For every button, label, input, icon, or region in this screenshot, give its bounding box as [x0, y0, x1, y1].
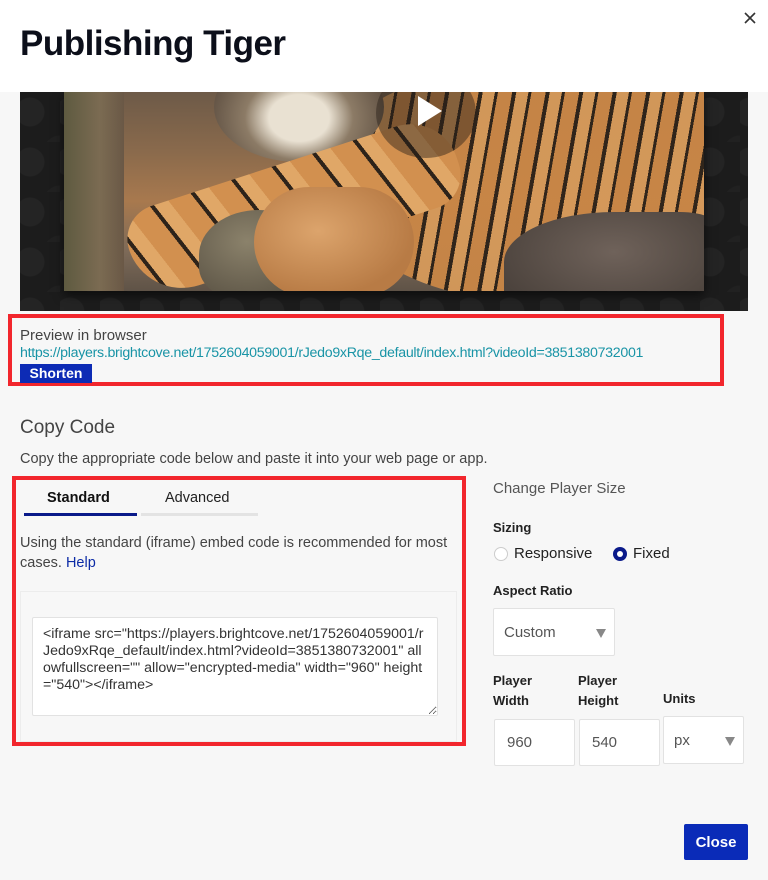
- player-width-label: Player Width: [493, 673, 533, 708]
- preview-label: Preview in browser: [20, 327, 147, 344]
- tab-standard[interactable]: Standard: [47, 490, 110, 506]
- embed-code-textarea[interactable]: <iframe src="https://players.brightcove.…: [32, 617, 438, 716]
- tab-advanced[interactable]: Advanced: [165, 490, 230, 506]
- help-link[interactable]: Help: [66, 555, 96, 571]
- sizing-label: Sizing: [493, 520, 532, 535]
- video-poster: [64, 92, 704, 291]
- player-width-input[interactable]: [494, 719, 575, 766]
- radio-responsive[interactable]: [494, 547, 508, 561]
- dialog-title: Publishing Tiger: [20, 24, 286, 63]
- player-size-title: Change Player Size: [493, 480, 626, 497]
- chevron-down-icon: [596, 629, 606, 638]
- tab-advanced-indicator: [141, 513, 258, 516]
- player-height-input[interactable]: [579, 719, 660, 766]
- video-player[interactable]: [20, 92, 748, 311]
- player-height-label: Player Height: [578, 673, 619, 708]
- units-label: Units: [663, 691, 696, 706]
- close-icon[interactable]: [742, 10, 758, 26]
- preview-url-link[interactable]: https://players.brightcove.net/175260405…: [20, 345, 643, 361]
- radio-fixed[interactable]: [613, 547, 627, 561]
- radio-responsive-label[interactable]: Responsive: [514, 545, 592, 562]
- embed-description: Using the standard (iframe) embed code i…: [20, 533, 460, 573]
- copy-code-title: Copy Code: [20, 417, 116, 438]
- shorten-button[interactable]: Shorten: [20, 364, 92, 383]
- dialog-header: Publishing Tiger: [0, 0, 768, 92]
- play-button[interactable]: [376, 92, 476, 158]
- play-icon: [418, 96, 442, 126]
- tab-standard-indicator: [24, 513, 137, 516]
- poster-tiger-paw: [254, 187, 414, 291]
- units-select[interactable]: px: [663, 716, 744, 764]
- close-button[interactable]: Close: [684, 824, 748, 860]
- copy-code-description: Copy the appropriate code below and past…: [20, 451, 488, 467]
- aspect-ratio-label: Aspect Ratio: [493, 583, 573, 598]
- aspect-ratio-value: Custom: [504, 624, 556, 641]
- radio-fixed-label[interactable]: Fixed: [633, 545, 670, 562]
- aspect-ratio-select[interactable]: Custom: [493, 608, 615, 656]
- poster-grass: [64, 92, 124, 291]
- units-value: px: [674, 732, 690, 749]
- chevron-down-icon: [725, 737, 735, 746]
